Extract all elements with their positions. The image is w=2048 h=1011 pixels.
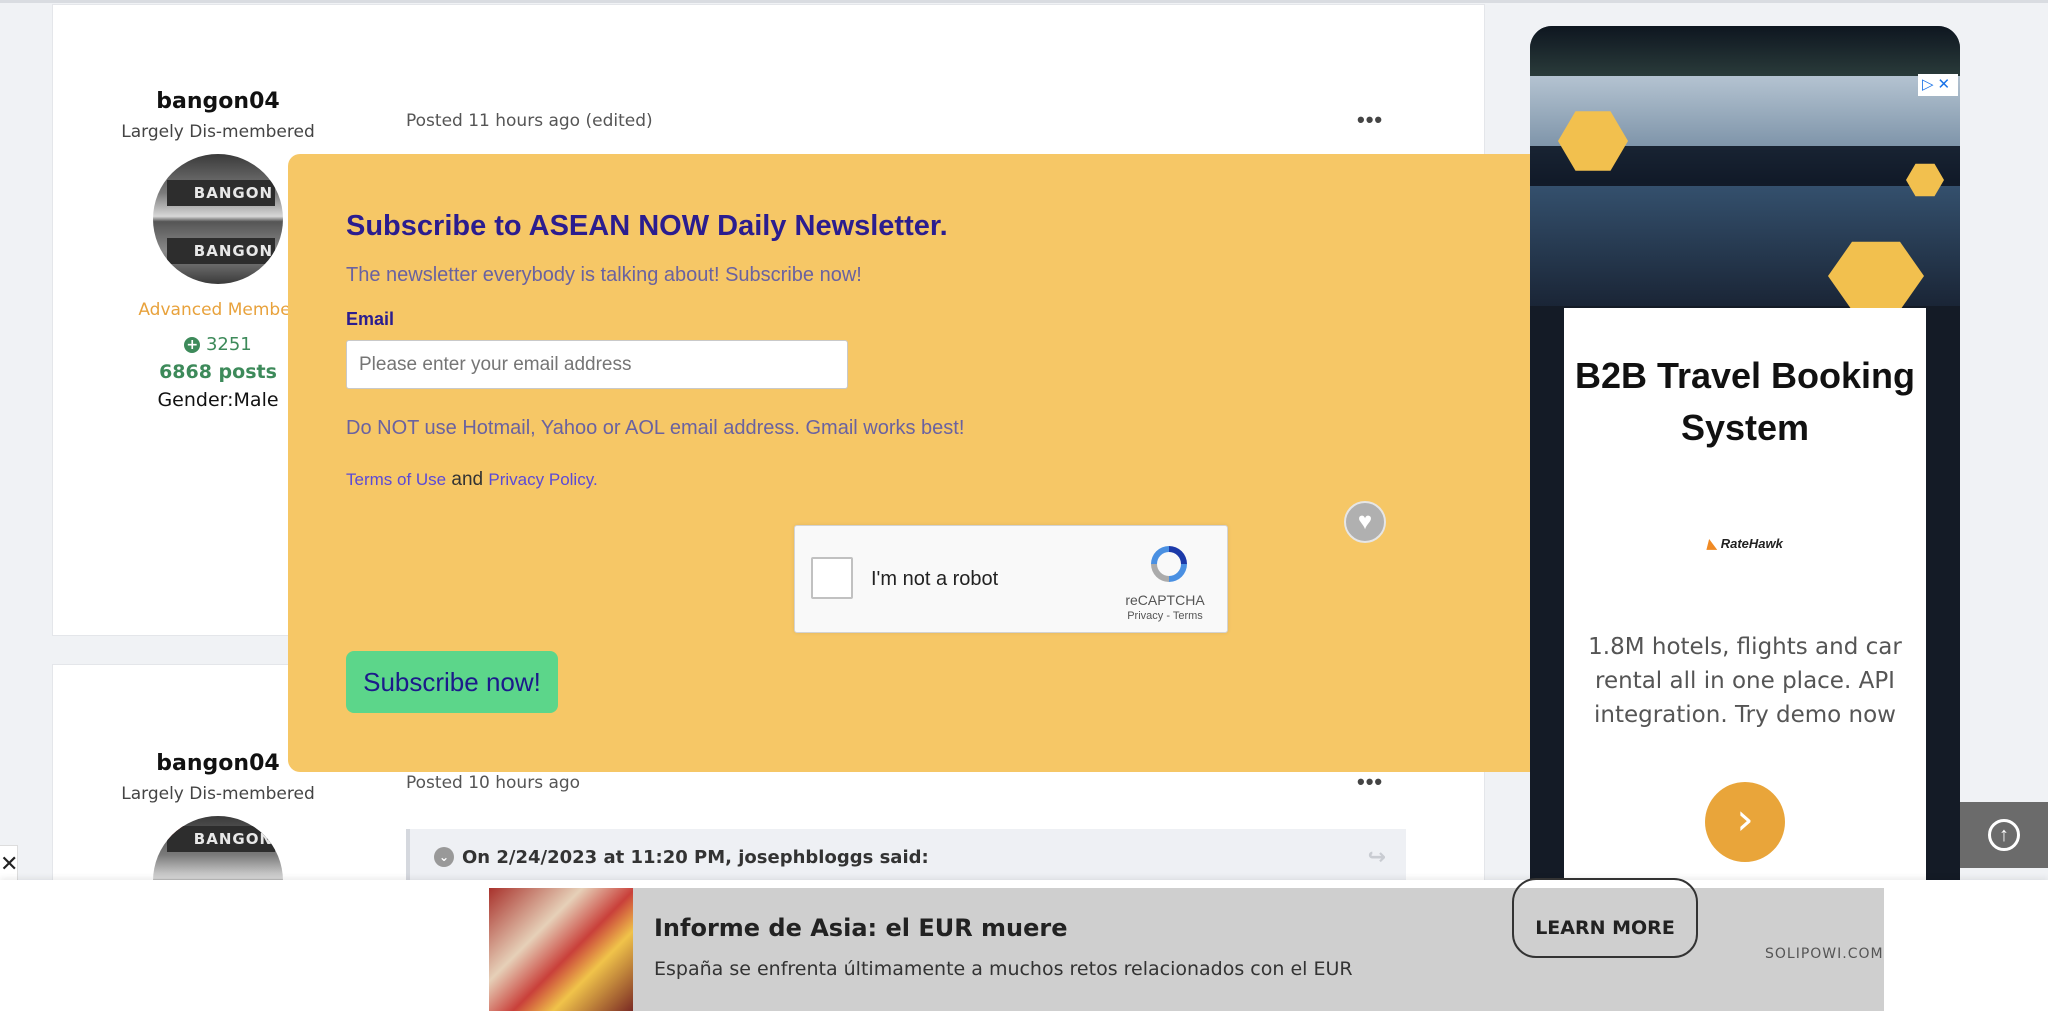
recaptcha-links[interactable]: Privacy - Terms (1115, 610, 1215, 622)
ad-headline[interactable]: Informe de Asia: el EUR muere (654, 914, 1068, 942)
recaptcha-widget: I'm not a robot reCAPTCHA Privacy - Term… (794, 525, 1228, 633)
subscribe-button[interactable]: Subscribe now! (346, 651, 558, 713)
avatar[interactable]: BANGON BANGON (153, 154, 283, 284)
share-icon[interactable]: ↪ (1368, 845, 1386, 870)
privacy-link[interactable]: Privacy Policy. (488, 470, 597, 489)
reputation-count: 3251 (205, 334, 252, 355)
recaptcha-checkbox[interactable] (811, 557, 853, 599)
more-options-icon[interactable]: ••• (1357, 771, 1383, 793)
newsletter-title: Subscribe to ASEAN NOW Daily Newsletter. (346, 210, 948, 242)
newsletter-subtitle: The newsletter everybody is talking abou… (346, 264, 862, 286)
author-name[interactable]: bangon04 (53, 89, 383, 114)
email-field[interactable] (346, 340, 848, 389)
learn-more-button[interactable]: LEARN MORE (1512, 878, 1698, 958)
avatar-text: BANGON (167, 238, 275, 264)
ad-card[interactable]: B2B Travel Booking System ◣ RateHawk 1.8… (1564, 308, 1926, 904)
scroll-to-top-button[interactable]: ↑ (1960, 802, 2048, 868)
terms-and: and (451, 469, 484, 490)
ad-thumbnail[interactable] (489, 888, 633, 1011)
author-title: Largely Dis-membered (121, 122, 315, 142)
author-title: Largely Dis-membered (121, 784, 315, 804)
avatar-text: BANGON (167, 826, 275, 852)
bottom-advertisement[interactable]: Informe de Asia: el EUR muere España se … (489, 878, 1884, 1011)
ad-description: España se enfrenta últimamente a muchos … (654, 958, 1353, 980)
recaptcha-icon (1151, 546, 1187, 582)
plus-icon: + (184, 337, 201, 353)
post-timestamp[interactable]: Posted 11 hours ago (edited) (406, 111, 653, 131)
top-border (0, 0, 2048, 3)
chevron-right-icon[interactable]: › (1705, 782, 1785, 862)
avatar-text: BANGON (167, 180, 275, 206)
ad-logo: ◣ RateHawk (1564, 536, 1926, 552)
ratehawk-logo-icon: ◣ (1707, 536, 1718, 551)
arrow-up-icon: ↑ (1988, 819, 2020, 851)
email-warning: Do NOT use Hotmail, Yahoo or AOL email a… (346, 417, 965, 439)
ad-choices-icon[interactable]: ▷✕ (1918, 74, 1958, 96)
recaptcha-brand: reCAPTCHA (1125, 592, 1205, 608)
ad-domain: SOLIPOWI.COM (1765, 946, 1884, 962)
quote-citation: On 2/24/2023 at 11:20 PM, josephbloggs s… (462, 847, 929, 868)
more-options-icon[interactable]: ••• (1357, 109, 1383, 131)
ad-description: 1.8M hotels, flights and car rental all … (1588, 634, 1902, 728)
terms-link[interactable]: Terms of Use (346, 470, 446, 489)
email-label: Email (346, 309, 395, 329)
post-timestamp[interactable]: Posted 10 hours ago (406, 773, 580, 793)
ad-title[interactable]: B2B Travel Booking System (1564, 350, 1926, 454)
terms-line: Terms of Use and Privacy Policy. (346, 469, 598, 491)
newsletter-modal: Subscribe to ASEAN NOW Daily Newsletter.… (288, 154, 1538, 772)
close-icon[interactable]: ✕ (0, 845, 18, 881)
ad-logo-text: RateHawk (1720, 536, 1783, 551)
chevron-down-icon[interactable]: ⌄ (434, 847, 454, 867)
side-advertisement[interactable]: ▷✕ B2B Travel Booking System ◣ RateHawk … (1530, 26, 1960, 938)
bottom-ad-bar: Informe de Asia: el EUR muere España se … (0, 878, 2048, 1011)
heart-icon[interactable]: ♥ (1344, 501, 1386, 543)
recaptcha-label: I'm not a robot (871, 568, 999, 590)
ad-image-top (1530, 26, 1960, 76)
